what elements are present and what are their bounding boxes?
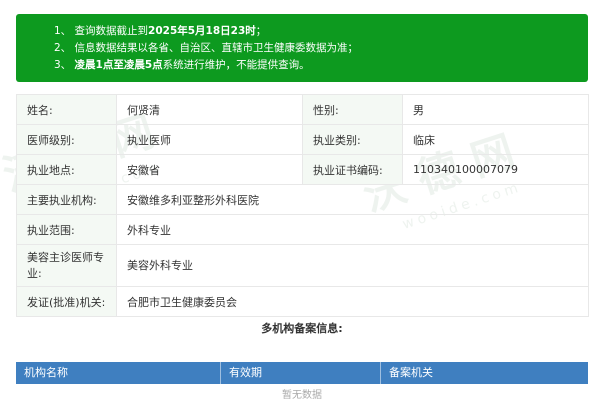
info-row: 发证(批准)机关: 合肥市卫生健康委员会: [16, 286, 589, 317]
gender-label: 性别:: [302, 94, 403, 125]
notice-line-1: 1、 查询数据截止到2025年5月18日23时；: [54, 25, 267, 37]
column-header-institution: 机构名称: [16, 362, 221, 384]
category-label: 执业类别:: [302, 124, 403, 155]
empty-state-text: 暂无数据: [282, 390, 322, 400]
gender-value: 男: [402, 94, 589, 125]
specialty-label: 美容主诊医师专业:: [16, 244, 117, 287]
notice-line-3: 3、 凌晨1点至凌晨5点系统进行维护，不能提供查询。: [54, 59, 310, 71]
info-row: 美容主诊医师专业: 美容外科专业: [16, 244, 589, 287]
doctor-info-table: 姓名: 何贤清 性别: 男 医师级别: 执业医师 执业类别: 临床 执业地点: …: [16, 94, 589, 317]
institution-label: 主要执业机构:: [16, 184, 117, 215]
notice-line-2: 2、 信息数据结果以各省、自治区、直辖市卫生健康委数据为准；: [54, 42, 359, 54]
info-row: 姓名: 何贤清 性别: 男: [16, 94, 589, 125]
category-value: 临床: [402, 124, 589, 155]
multi-institution-title: 多机构备案信息:: [261, 322, 343, 335]
level-value: 执业医师: [116, 124, 303, 155]
info-row: 执业地点: 安徽省 执业证书编码: 110340100007079: [16, 154, 589, 185]
cert-value: 110340100007079: [402, 154, 589, 185]
scope-label: 执业范围:: [16, 214, 117, 245]
multi-institution-header: 机构名称 有效期 备案机关: [16, 362, 588, 384]
info-row: 医师级别: 执业医师 执业类别: 临床: [16, 124, 589, 155]
cert-label: 执业证书编码:: [302, 154, 403, 185]
column-header-authority: 备案机关: [389, 366, 433, 379]
issuer-label: 发证(批准)机关:: [16, 286, 117, 317]
location-label: 执业地点:: [16, 154, 117, 185]
level-label: 医师级别:: [16, 124, 117, 155]
notice-banner: 1、 查询数据截止到2025年5月18日23时； 2、 信息数据结果以各省、自治…: [16, 14, 588, 82]
institution-value: 安徽维多利亚整形外科医院: [116, 184, 589, 215]
scope-value: 外科专业: [116, 214, 589, 245]
info-row: 执业范围: 外科专业: [16, 214, 589, 245]
location-value: 安徽省: [116, 154, 303, 185]
issuer-value: 合肥市卫生健康委员会: [116, 286, 589, 317]
name-value: 何贤清: [116, 94, 303, 125]
name-label: 姓名:: [16, 94, 117, 125]
column-header-validity: 有效期: [221, 362, 381, 384]
specialty-value: 美容外科专业: [116, 244, 589, 287]
info-row: 主要执业机构: 安徽维多利亚整形外科医院: [16, 184, 589, 215]
